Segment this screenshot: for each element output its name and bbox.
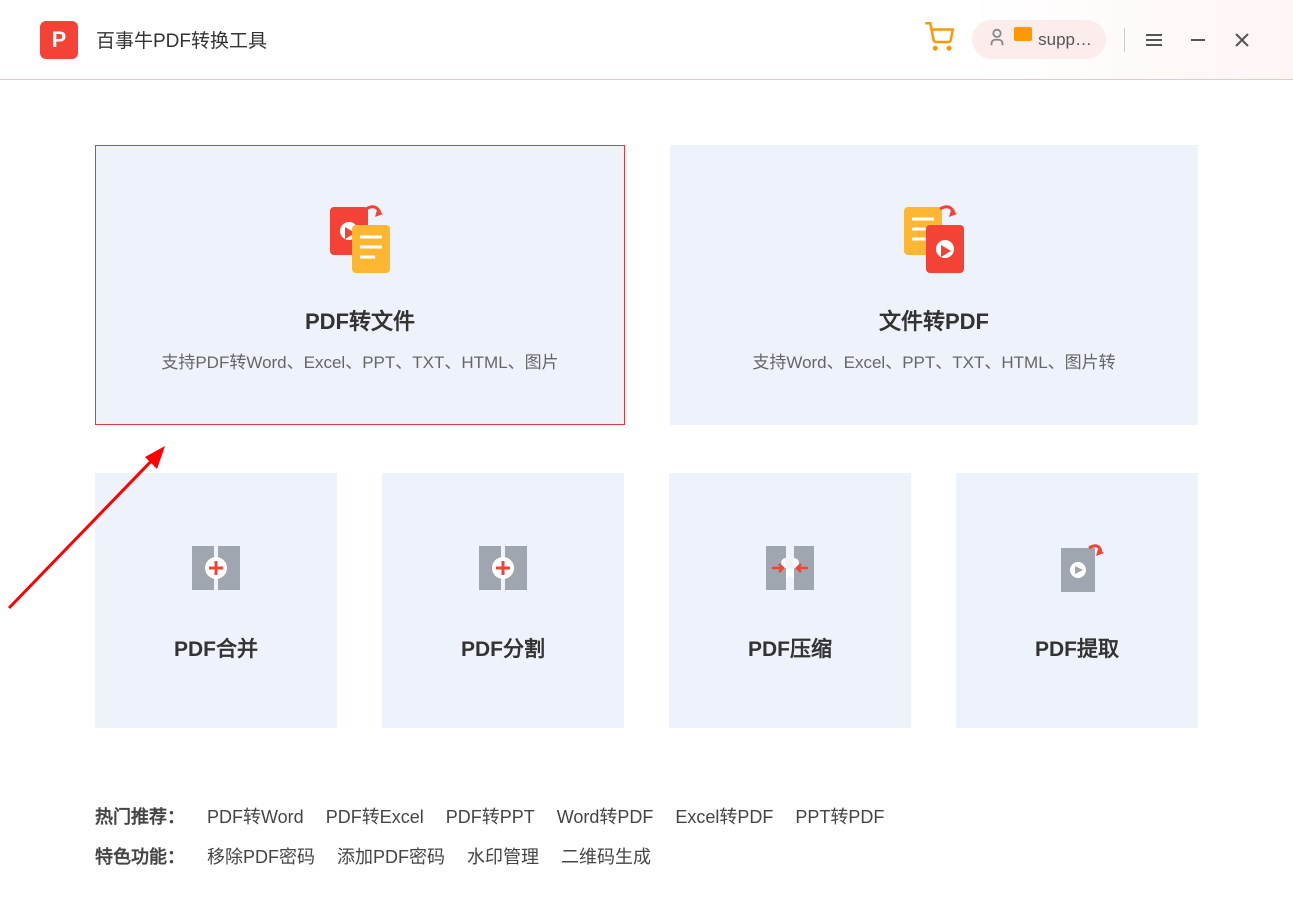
header-right: supp… — [924, 20, 1253, 59]
hot-link[interactable]: Excel转PDF — [675, 798, 773, 838]
pdf-extract-icon — [1047, 538, 1107, 603]
feature-label: 特色功能： — [95, 838, 185, 878]
feature-cards-row: PDF合并 PDF分割 — [95, 473, 1198, 728]
window-controls — [1143, 29, 1253, 51]
app-logo-icon: P — [40, 21, 78, 59]
feature-links-row: 特色功能： 移除PDF密码 添加PDF密码 水印管理 二维码生成 — [95, 838, 1198, 878]
cart-icon[interactable] — [924, 22, 954, 57]
pdf-merge-card[interactable]: PDF合并 — [95, 473, 337, 728]
feature-link[interactable]: 移除PDF密码 — [207, 838, 315, 878]
pdf-to-file-card[interactable]: PDF转文件 支持PDF转Word、Excel、PPT、TXT、HTML、图片 — [95, 145, 625, 425]
card-title: PDF转文件 — [305, 304, 415, 336]
card-title: PDF分割 — [461, 633, 545, 663]
top-cards-row: PDF转文件 支持PDF转Word、Excel、PPT、TXT、HTML、图片 … — [95, 145, 1198, 425]
menu-icon[interactable] — [1143, 29, 1165, 51]
header-divider — [1124, 28, 1125, 52]
feature-link[interactable]: 二维码生成 — [561, 838, 651, 878]
hot-link[interactable]: Word转PDF — [557, 798, 654, 838]
pdf-compress-icon — [760, 538, 820, 603]
hot-label: 热门推荐： — [95, 798, 185, 838]
app-title: 百事牛PDF转换工具 — [96, 26, 267, 53]
pdf-split-card[interactable]: PDF分割 — [382, 473, 624, 728]
card-title: PDF合并 — [174, 633, 258, 663]
pdf-merge-icon — [186, 538, 246, 603]
feature-link[interactable]: 添加PDF密码 — [337, 838, 445, 878]
hot-links-row: 热门推荐： PDF转Word PDF转Excel PDF转PPT Word转PD… — [95, 798, 1198, 838]
pdf-compress-card[interactable]: PDF压缩 — [669, 473, 911, 728]
close-icon[interactable] — [1231, 29, 1253, 51]
user-badge[interactable]: supp… — [972, 20, 1106, 59]
file-to-pdf-card[interactable]: 文件转PDF 支持Word、Excel、PPT、TXT、HTML、图片转 — [670, 145, 1198, 425]
pdf-extract-card[interactable]: PDF提取 — [956, 473, 1198, 728]
hot-link[interactable]: PDF转Word — [207, 798, 304, 838]
logo-letter: P — [52, 27, 67, 53]
pdf-to-file-icon — [320, 197, 400, 282]
header: P 百事牛PDF转换工具 supp… — [0, 0, 1293, 80]
user-name: supp… — [1038, 30, 1092, 50]
card-title: PDF压缩 — [748, 633, 832, 663]
hot-link[interactable]: PDF转PPT — [446, 798, 535, 838]
card-desc: 支持Word、Excel、PPT、TXT、HTML、图片转 — [752, 348, 1115, 373]
file-to-pdf-icon — [894, 197, 974, 282]
card-title: 文件转PDF — [879, 304, 989, 336]
card-title: PDF提取 — [1035, 633, 1119, 663]
card-desc: 支持PDF转Word、Excel、PPT、TXT、HTML、图片 — [161, 348, 558, 373]
vip-badge-icon — [1014, 27, 1032, 41]
hot-link[interactable]: PPT转PDF — [795, 798, 884, 838]
header-left: P 百事牛PDF转换工具 — [40, 21, 267, 59]
user-icon — [986, 26, 1008, 53]
feature-link[interactable]: 水印管理 — [467, 838, 539, 878]
minimize-icon[interactable] — [1187, 29, 1209, 51]
hot-link[interactable]: PDF转Excel — [326, 798, 424, 838]
main-content: PDF转文件 支持PDF转Word、Excel、PPT、TXT、HTML、图片 … — [0, 80, 1293, 877]
bottom-links: 热门推荐： PDF转Word PDF转Excel PDF转PPT Word转PD… — [95, 798, 1198, 877]
pdf-split-icon — [473, 538, 533, 603]
